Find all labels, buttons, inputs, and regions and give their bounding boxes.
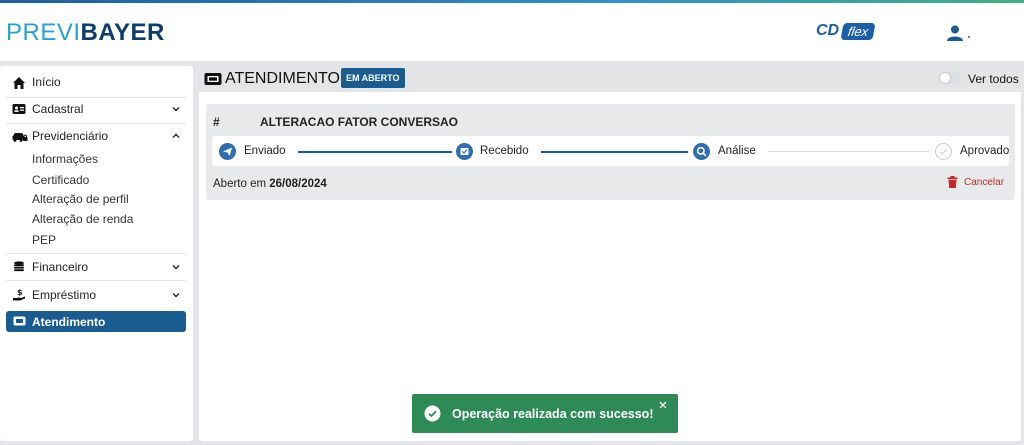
main-panel: ATENDIMENTO EM ABERTO Ver todos # ALTERA… <box>199 66 1021 441</box>
step-aprovado-label: Aprovado <box>960 145 1010 157</box>
ver-todos-toggle[interactable] <box>939 72 961 84</box>
close-icon[interactable] <box>658 400 668 410</box>
ticket-title: ALTERACAO FATOR CONVERSAO <box>260 115 459 129</box>
paper-plane-icon <box>219 143 236 160</box>
coins-icon <box>14 261 24 272</box>
user-menu[interactable] <box>944 25 974 43</box>
status-badge: EM ABERTO <box>341 68 405 88</box>
step-recebido-label: Recebido <box>480 145 529 157</box>
divider <box>6 280 186 281</box>
page-header: ATENDIMENTO EM ABERTO Ver todos <box>199 66 1021 92</box>
progress-stepper: Enviado Recebido Análise Aprovado <box>212 136 1009 166</box>
trash-icon <box>947 176 958 188</box>
sidebar-subitem-alteracao-perfil[interactable]: Alteração de perfil <box>32 190 129 208</box>
ticket-icon <box>13 316 26 326</box>
cancel-button[interactable]: Cancelar <box>947 176 1004 188</box>
magnifier-icon <box>693 143 710 160</box>
chevron-up-icon <box>172 133 180 138</box>
sidebar-subitem-alteracao-renda[interactable]: Alteração de renda <box>32 210 133 228</box>
toggle-knob <box>940 73 950 83</box>
user-icon <box>947 25 963 41</box>
sidebar-item-emprestimo[interactable]: $ Empréstimo <box>0 282 193 308</box>
id-card-icon <box>12 104 26 114</box>
car-lock-icon <box>12 133 28 142</box>
previbayer-logo[interactable]: PREVIBAYER <box>6 19 165 47</box>
success-toast: Operação realizada com sucesso! <box>412 394 678 433</box>
inbox-check-icon <box>456 143 473 160</box>
app-header: PREVIBAYER CD flex <box>0 3 1024 61</box>
chevron-down-icon <box>172 107 180 112</box>
check-circle-icon <box>424 405 441 422</box>
step-enviado-label: Enviado <box>244 145 286 157</box>
step-connector <box>298 151 452 153</box>
ticket-number: # <box>213 115 220 129</box>
ver-todos-label[interactable]: Ver todos <box>968 72 1019 86</box>
step-analise-label: Análise <box>718 145 756 157</box>
toast-message: Operação realizada com sucesso! <box>452 407 654 421</box>
chevron-down-icon <box>172 265 180 270</box>
sidebar-item-previdenciario[interactable]: Previdenciário <box>0 123 193 149</box>
page-title: ATENDIMENTO <box>225 70 340 87</box>
ticket-card: # ALTERACAO FATOR CONVERSAO Enviado Rece… <box>206 104 1015 200</box>
step-connector <box>768 151 929 152</box>
sidebar-subitem-informacoes[interactable]: Informações <box>32 150 98 168</box>
cdflex-logo: CD flex <box>816 20 876 42</box>
step-connector <box>541 151 688 153</box>
home-icon <box>13 77 25 89</box>
hand-money-icon: $ <box>13 288 25 301</box>
check-circle-icon <box>935 143 952 160</box>
sidebar-subitem-certificado[interactable]: Certificado <box>32 171 89 189</box>
chevron-down-icon <box>172 293 180 298</box>
user-menu-dot <box>968 36 970 38</box>
sidebar-item-inicio[interactable]: Início <box>0 69 193 95</box>
sidebar-subitem-pep[interactable]: PEP <box>32 231 56 249</box>
ticket-icon <box>204 73 222 85</box>
svg-text:$: $ <box>17 288 23 297</box>
sidebar-item-cadastral[interactable]: Cadastral <box>0 96 193 122</box>
opened-date: Aberto em 26/08/2024 <box>213 178 327 190</box>
sidebar-item-financeiro[interactable]: Financeiro <box>0 254 193 280</box>
sidebar: Início Cadastral Previdenciário Informaç… <box>0 66 193 441</box>
sidebar-item-atendimento[interactable]: Atendimento <box>6 311 186 332</box>
